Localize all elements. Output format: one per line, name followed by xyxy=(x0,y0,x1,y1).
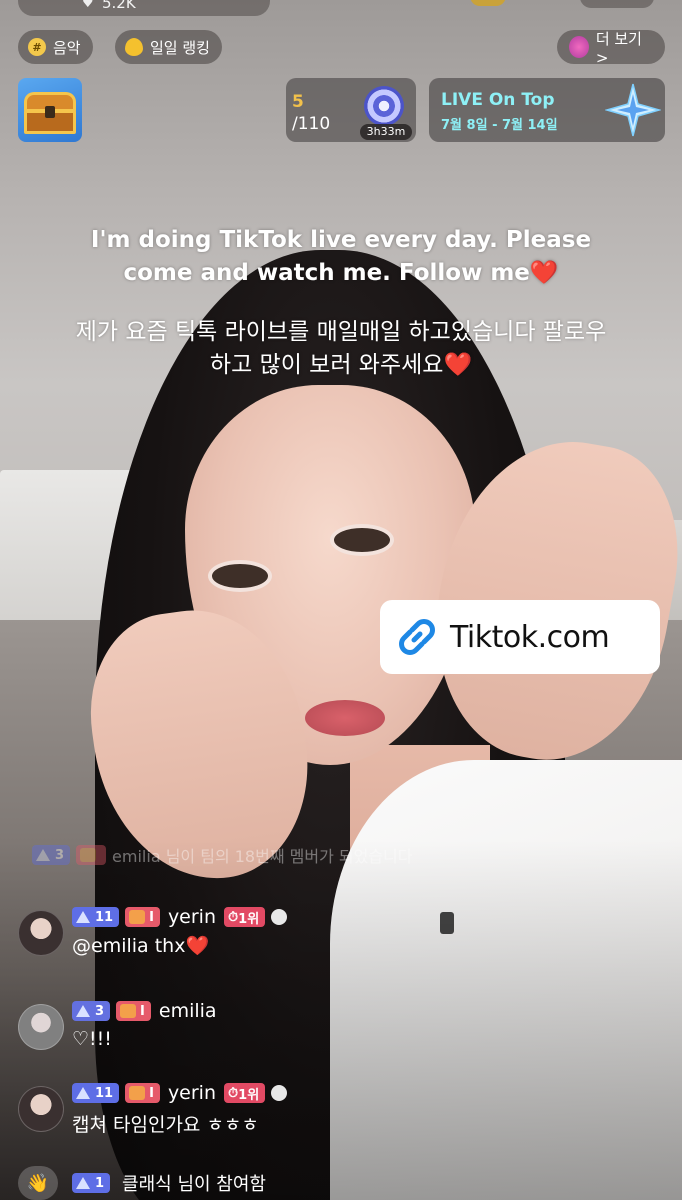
level-badge: 1 xyxy=(72,1173,111,1193)
chat-meta: 3 I emilia xyxy=(72,998,225,1024)
goal-current: 5 xyxy=(292,92,304,112)
live-on-top-dates: 7월 8일 - 7월 14일 xyxy=(441,118,558,133)
level-icon xyxy=(76,1005,90,1017)
fan-value: I xyxy=(149,1085,154,1101)
goal-card[interactable]: 5 /110 3h33m xyxy=(286,78,416,142)
streamer-eye-right xyxy=(330,524,394,556)
fan-badge: I xyxy=(125,907,160,927)
goal-total: /110 xyxy=(292,114,331,134)
join-notice: 👋 1 클래식 님이 참여함 xyxy=(18,1166,266,1200)
level-badge: 11 xyxy=(72,907,120,927)
live-on-top-card[interactable]: LIVE On Top 7월 8일 - 7월 14일 xyxy=(429,78,665,142)
level-icon xyxy=(36,849,50,861)
gem-icon xyxy=(569,36,589,58)
fan-heart-icon xyxy=(120,1004,137,1018)
goal-timer: 3h33m xyxy=(360,124,412,140)
team-icon xyxy=(271,1085,288,1101)
username[interactable]: emilia xyxy=(159,1000,217,1022)
join-text: 클래식 님이 참여함 xyxy=(122,1174,266,1195)
drop-icon xyxy=(125,38,143,56)
target-icon xyxy=(364,86,404,126)
daily-ranking-label: 일일 랭킹 xyxy=(150,38,210,57)
more-button[interactable]: 더 보기 > xyxy=(557,29,665,67)
rank-badge: ⏱ 1위 xyxy=(224,907,266,927)
avatar[interactable] xyxy=(18,910,64,956)
fan-heart-icon xyxy=(129,1086,146,1100)
rank-value: 1위 xyxy=(238,911,260,927)
streamer-lips xyxy=(305,700,385,736)
team-icon xyxy=(271,909,288,925)
top-status-strip: ♥ 5.2K xyxy=(0,0,682,20)
likes-icon: ♥ xyxy=(82,0,94,11)
daily-ranking-chip[interactable]: 일일 랭킹 xyxy=(115,30,222,64)
fan-badge: I xyxy=(125,1083,160,1103)
host-info-pill[interactable] xyxy=(18,0,270,16)
fan-value: I xyxy=(140,1003,145,1019)
fan-value: I xyxy=(149,909,154,925)
story-caption-english: I'm doing TikTok live every day. Please … xyxy=(20,224,662,290)
level-value: 1 xyxy=(95,1175,105,1191)
level-value: 11 xyxy=(95,909,114,925)
music-chip[interactable]: # 음악 xyxy=(18,30,93,64)
rank-value: 1위 xyxy=(238,1087,260,1103)
level-value: 3 xyxy=(95,1003,105,1019)
level-value: 3 xyxy=(55,847,65,863)
chest-lock xyxy=(45,106,55,118)
avatar[interactable] xyxy=(18,1086,64,1132)
link-sticker-label: Tiktok.com xyxy=(450,619,610,655)
fan-badge: I xyxy=(116,1001,151,1021)
story-caption-korean: 제가 요즘 틱톡 라이브를 매일매일 하고있습니다 팔로우 하고 많이 보러 와… xyxy=(20,316,662,382)
treasure-chest-icon[interactable] xyxy=(18,78,82,142)
fan-badge xyxy=(76,845,107,865)
star-icon xyxy=(605,83,661,137)
chat-text: ♡!!! xyxy=(72,1028,112,1050)
chat-text: 캡쳐 타임인가요 ㅎㅎㅎ xyxy=(72,1114,259,1136)
system-message-faded: 3 emilia 님이 팀의 18번째 멤버가 되었습니다 xyxy=(32,842,413,868)
level-icon xyxy=(76,911,90,923)
chat-meta: 11 I yerin ⏱ 1위 xyxy=(72,1080,288,1106)
level-badge: 11 xyxy=(72,1083,120,1103)
link-sticker[interactable]: Tiktok.com xyxy=(380,600,660,674)
level-badge: 3 xyxy=(72,1001,111,1021)
level-icon xyxy=(76,1177,90,1189)
rank-badge: ⏱ 1위 xyxy=(224,1083,266,1103)
coin-icon xyxy=(470,0,506,6)
music-chip-label: 음악 xyxy=(53,38,81,57)
level-badge: 3 xyxy=(32,845,71,865)
username[interactable]: yerin xyxy=(168,1082,216,1104)
level-icon xyxy=(76,1087,90,1099)
close-area[interactable] xyxy=(580,0,654,8)
hashtag-icon: # xyxy=(28,38,46,56)
caption-en-line-1: I'm doing TikTok live every day. Please xyxy=(90,227,592,253)
fan-heart-icon xyxy=(129,910,146,924)
chat-meta: 11 I yerin ⏱ 1위 xyxy=(72,904,288,930)
username[interactable]: yerin xyxy=(168,906,216,928)
system-message-text: emilia 님이 팀의 18번째 멤버가 되었습니다 xyxy=(112,847,413,866)
fan-heart-icon xyxy=(80,848,97,862)
caption-ko-line-1: 제가 요즘 틱톡 라이브를 매일매일 하고있습니다 팔로우 xyxy=(75,319,607,345)
caption-en-line-2: come and watch me. Follow me❤️ xyxy=(123,260,559,286)
viewer-count: 5.2K xyxy=(102,0,136,12)
wave-hand-icon[interactable]: 👋 xyxy=(18,1166,58,1200)
more-label: 더 보기 > xyxy=(595,29,642,67)
chat-text: @emilia thx❤️ xyxy=(72,935,210,957)
avatar[interactable] xyxy=(18,1004,64,1050)
live-on-top-title: LIVE On Top xyxy=(441,90,555,110)
level-value: 11 xyxy=(95,1085,114,1101)
caption-ko-line-2: 하고 많이 보러 와주세요❤️ xyxy=(209,352,473,378)
streamer-eye-left xyxy=(208,560,272,592)
link-icon xyxy=(399,619,435,655)
